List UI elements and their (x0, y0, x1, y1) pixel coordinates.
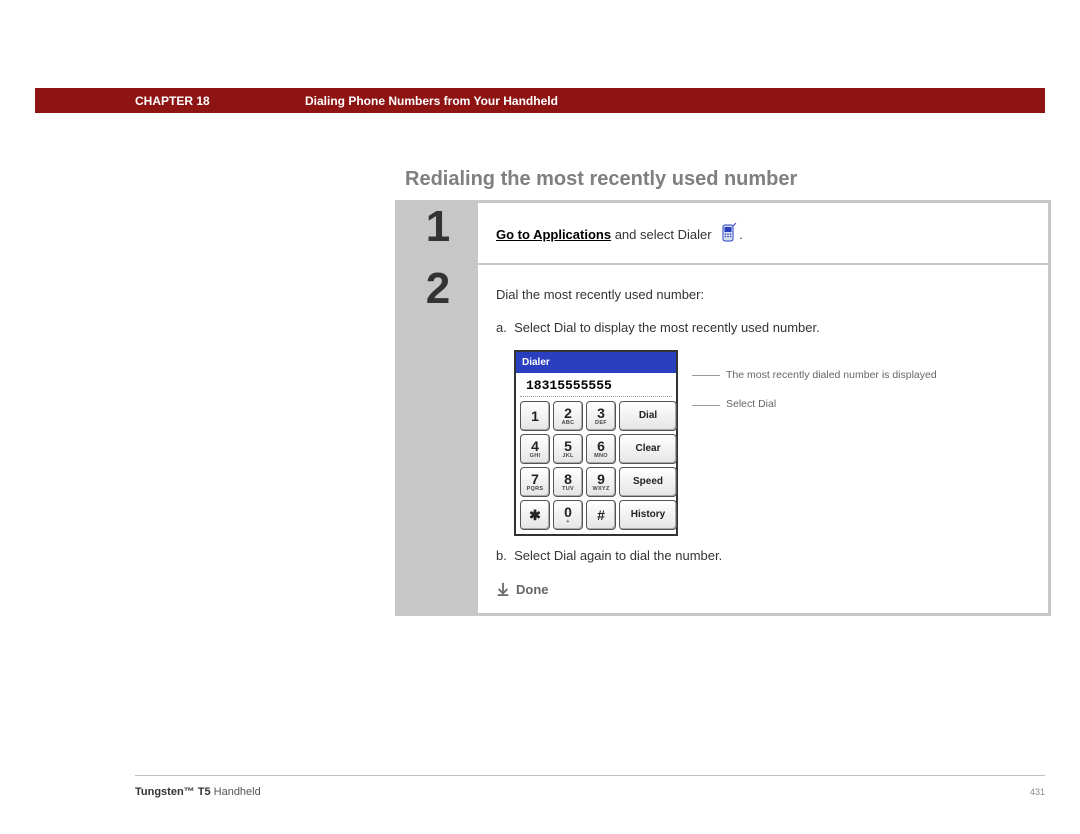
step-2a: a. Select Dial to display the most recen… (496, 318, 1030, 338)
key-0: 0+ (553, 500, 583, 530)
key-star: ✱ (520, 500, 550, 530)
step-2-intro: Dial the most recently used number: (496, 285, 1030, 305)
dialer-figure: Dialer 18315555555 1 2ABC 3DEF Dial 4GHI… (496, 350, 1030, 537)
step-1-text: and select Dialer (611, 227, 715, 242)
callout-2-text: Select Dial (726, 397, 776, 413)
callout-leader-line (692, 405, 720, 406)
key-2: 2ABC (553, 401, 583, 431)
page-number: 431 (1030, 787, 1045, 797)
step-2b-text: Select Dial again to dial the number. (514, 548, 722, 563)
steps-container: 1 Go to Applications and select Dialer .… (395, 200, 1051, 616)
key-8: 8TUV (553, 467, 583, 497)
clear-button: Clear (619, 434, 677, 464)
key-5: 5JKL (553, 434, 583, 464)
dialer-callouts: The most recently dialed number is displ… (692, 350, 937, 414)
section-heading: Redialing the most recently used number (405, 168, 797, 191)
done-arrow-icon (496, 582, 510, 596)
step-1-tail: . (739, 227, 743, 242)
step-2a-label: a. (496, 320, 507, 335)
dialer-number-display: 18315555555 (520, 373, 672, 398)
done-indicator: Done (496, 580, 1030, 600)
step-1-number: 1 (398, 203, 478, 263)
key-hash: # (586, 500, 616, 530)
footer-rule (135, 775, 1045, 776)
dialer-app-icon (717, 223, 737, 249)
callout-leader-line (692, 375, 720, 376)
step-2-number: 2 (398, 263, 478, 614)
callout-dial-button: Select Dial (692, 397, 937, 413)
page-footer: Tungsten™ T5 Handheld 431 (135, 786, 1045, 798)
step-2-body: Dial the most recently used number: a. S… (478, 263, 1048, 614)
step-2b: b. Select Dial again to dial the number. (496, 546, 1030, 566)
dialer-titlebar: Dialer (516, 352, 676, 373)
callout-number-display: The most recently dialed number is displ… (692, 368, 937, 384)
key-6: 6MNO (586, 434, 616, 464)
chapter-title: Dialing Phone Numbers from Your Handheld (305, 94, 558, 108)
step-2a-text: Select Dial to display the most recently… (514, 320, 820, 335)
key-7: 7PQRS (520, 467, 550, 497)
chapter-header-bar: CHAPTER 18 Dialing Phone Numbers from Yo… (35, 88, 1045, 113)
key-9: 9WXYZ (586, 467, 616, 497)
dial-button: Dial (619, 401, 677, 431)
key-3: 3DEF (586, 401, 616, 431)
product-name-bold: Tungsten™ T5 (135, 786, 211, 798)
callout-1-text: The most recently dialed number is displ… (726, 368, 937, 384)
history-button: History (619, 500, 677, 530)
go-to-applications-link[interactable]: Go to Applications (496, 227, 611, 242)
product-name-rest: Handheld (211, 786, 261, 798)
key-4: 4GHI (520, 434, 550, 464)
done-text: Done (516, 580, 549, 600)
step-1-body: Go to Applications and select Dialer . (478, 203, 1048, 263)
step-2b-label: b. (496, 548, 507, 563)
step-1-row: 1 Go to Applications and select Dialer . (398, 203, 1048, 263)
key-1: 1 (520, 401, 550, 431)
step-2-row: 2 Dial the most recently used number: a.… (398, 263, 1048, 614)
speed-button: Speed (619, 467, 677, 497)
chapter-label: CHAPTER 18 (35, 94, 305, 108)
dialer-screenshot: Dialer 18315555555 1 2ABC 3DEF Dial 4GHI… (514, 350, 678, 537)
product-name: Tungsten™ T5 Handheld (135, 786, 261, 798)
dialer-keypad: 1 2ABC 3DEF Dial 4GHI 5JKL 6MNO Clear 7P… (516, 397, 676, 534)
